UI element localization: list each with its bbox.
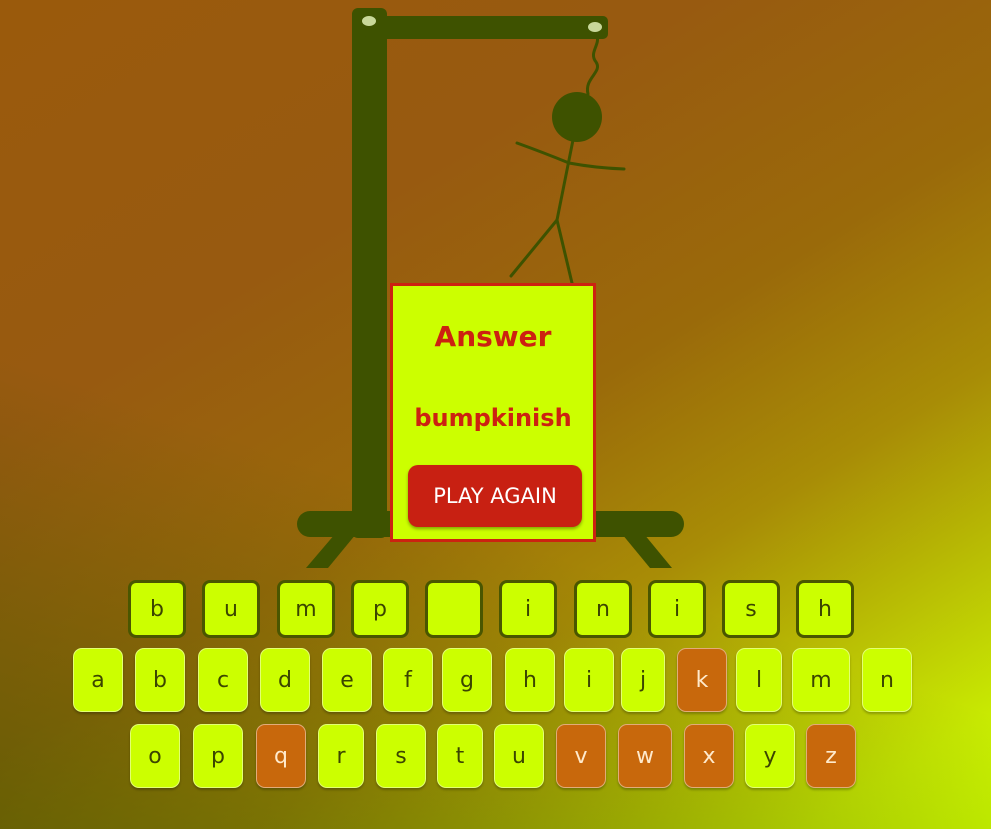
- key-g[interactable]: g: [442, 648, 492, 712]
- answer-word: bumpkinish: [414, 404, 572, 432]
- answer-title: Answer: [434, 320, 552, 353]
- figure-right-leg: [555, 218, 574, 285]
- gallows-right-leg: [622, 534, 672, 568]
- beam-bolt: [588, 22, 602, 32]
- answer-card: Answer bumpkinish PLAY AGAIN: [390, 283, 596, 542]
- letter-slot: m: [277, 580, 335, 638]
- key-k[interactable]: k: [677, 648, 727, 712]
- key-t[interactable]: t: [437, 724, 483, 788]
- letter-slot: i: [499, 580, 557, 638]
- rope: [585, 32, 599, 96]
- letter-slot: h: [796, 580, 854, 638]
- letter-slot: b: [128, 580, 186, 638]
- key-w[interactable]: w: [618, 724, 672, 788]
- letter-slot: p: [351, 580, 409, 638]
- key-e[interactable]: e: [322, 648, 372, 712]
- gallows-post: [352, 8, 387, 538]
- letter-slot: [425, 580, 483, 638]
- key-o[interactable]: o: [130, 724, 180, 788]
- key-n[interactable]: n: [862, 648, 912, 712]
- key-x[interactable]: x: [684, 724, 734, 788]
- key-i[interactable]: i: [564, 648, 614, 712]
- key-s[interactable]: s: [376, 724, 426, 788]
- gallows-bolt: [362, 16, 376, 26]
- figure-body: [555, 138, 575, 222]
- key-r[interactable]: r: [318, 724, 364, 788]
- figure-left-leg: [509, 218, 559, 278]
- key-h[interactable]: h: [505, 648, 555, 712]
- letter-slot: u: [202, 580, 260, 638]
- letter-slot: s: [722, 580, 780, 638]
- gallows-left-leg: [306, 534, 356, 568]
- figure-head: [552, 92, 602, 142]
- key-d[interactable]: d: [260, 648, 310, 712]
- key-v[interactable]: v: [556, 724, 606, 788]
- gallows-beam: [365, 16, 608, 39]
- key-q[interactable]: q: [256, 724, 306, 788]
- key-f[interactable]: f: [383, 648, 433, 712]
- key-p[interactable]: p: [193, 724, 243, 788]
- key-u[interactable]: u: [494, 724, 544, 788]
- key-c[interactable]: c: [198, 648, 248, 712]
- key-l[interactable]: l: [736, 648, 782, 712]
- letter-slot: i: [648, 580, 706, 638]
- key-m[interactable]: m: [792, 648, 850, 712]
- key-a[interactable]: a: [73, 648, 123, 712]
- key-z[interactable]: z: [806, 724, 856, 788]
- key-b[interactable]: b: [135, 648, 185, 712]
- key-j[interactable]: j: [621, 648, 665, 712]
- play-again-button[interactable]: PLAY AGAIN: [408, 465, 582, 527]
- key-y[interactable]: y: [745, 724, 795, 788]
- letter-slot: n: [574, 580, 632, 638]
